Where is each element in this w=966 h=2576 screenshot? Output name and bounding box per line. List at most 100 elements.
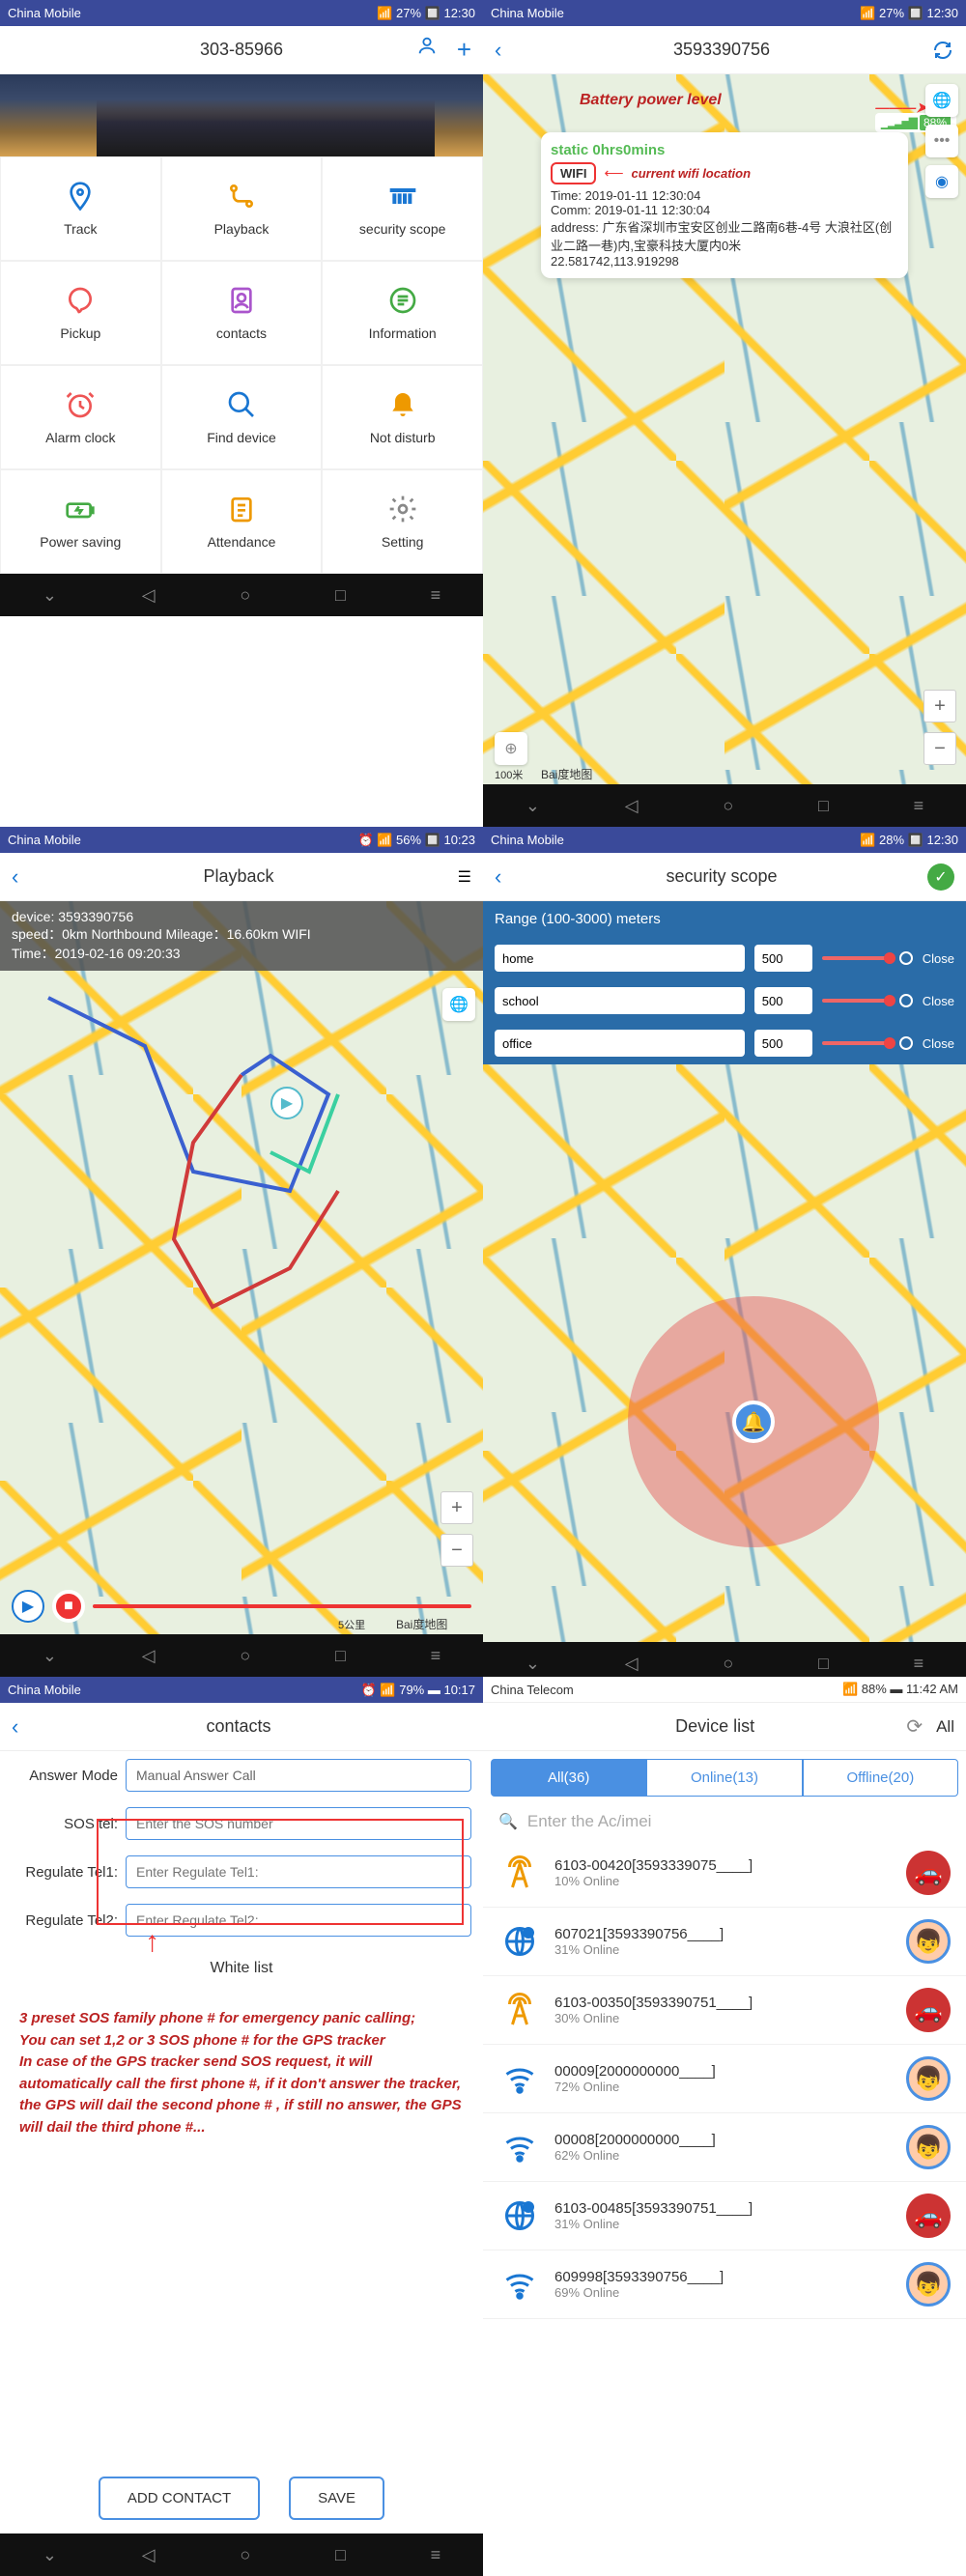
address-label: address: 广东省深圳市宝安区创业二路南6巷-4号 大浪社区(创业二路一巷… xyxy=(551,217,898,254)
device-row[interactable]: 00008[2000000000____]62% Online👦 xyxy=(483,2113,966,2182)
more-icon[interactable]: ••• xyxy=(925,125,958,157)
sos-tel-row: SOS tel: xyxy=(0,1799,483,1848)
back-icon[interactable]: ‹ xyxy=(12,1714,35,1740)
fence-row-office: Close xyxy=(483,1022,966,1064)
device-row[interactable]: 6103-00485[3593390751____]31% Online🚗 xyxy=(483,2182,966,2250)
menu-icon[interactable]: ☰ xyxy=(442,867,471,887)
playback-slider[interactable] xyxy=(93,1604,471,1608)
whitelist-link[interactable]: White list xyxy=(0,1944,483,1993)
back-icon[interactable]: ‹ xyxy=(495,864,518,890)
arrow-annotation: ↑ xyxy=(145,1926,159,1959)
device-name: 00008[2000000000____] xyxy=(554,2132,893,2148)
recent-nav[interactable]: □ xyxy=(335,585,346,606)
reg1-input[interactable] xyxy=(126,1855,471,1888)
search-row: 🔍 Enter the Ac/imei xyxy=(483,1804,966,1839)
map-view[interactable]: Battery power level ———➤ ▁▂▃▅▇88% 🌐 ••• … xyxy=(483,74,966,784)
contacts-button[interactable]: contacts xyxy=(161,261,323,365)
location-card: static 0hrs0mins WIFI ⟵ current wifi loc… xyxy=(541,132,908,278)
search-input[interactable]: Enter the Ac/imei xyxy=(527,1812,951,1831)
fence-name-input[interactable] xyxy=(495,945,745,972)
device-status: 69% Online xyxy=(554,2285,893,2300)
scale-label: 5公里 xyxy=(338,1617,365,1632)
status-right: 📶 27% 🔲 12:30 xyxy=(377,6,475,21)
stop-button[interactable]: ■ xyxy=(52,1590,85,1623)
close-label[interactable]: Close xyxy=(923,994,954,1008)
zoom-in-button[interactable]: + xyxy=(923,690,956,722)
fence-range-input[interactable] xyxy=(754,945,812,972)
scope-header: ‹ security scope ✓ xyxy=(483,853,966,901)
zoom-out-button[interactable]: − xyxy=(440,1534,473,1567)
refresh-icon[interactable] xyxy=(925,39,954,62)
contacts-header: ‹ contacts xyxy=(0,1703,483,1751)
power-saving-button[interactable]: Power saving xyxy=(0,469,161,574)
search-icon: 🔍 xyxy=(498,1812,518,1831)
sos-input[interactable] xyxy=(126,1807,471,1840)
device-avatar: 👦 xyxy=(906,2125,951,2169)
add-icon[interactable]: + xyxy=(457,35,471,65)
reg2-input[interactable] xyxy=(126,1904,471,1937)
globe-icon[interactable]: 🌐 xyxy=(442,988,475,1021)
back-icon[interactable]: ‹ xyxy=(12,864,35,890)
confirm-icon[interactable]: ✓ xyxy=(927,863,954,891)
fence-slider[interactable] xyxy=(822,999,890,1003)
radio-icon[interactable] xyxy=(899,994,913,1007)
globe-icon[interactable]: 🌐 xyxy=(925,84,958,117)
fence-slider[interactable] xyxy=(822,956,890,960)
close-label[interactable]: Close xyxy=(923,1036,954,1051)
add-contact-button[interactable]: ADD CONTACT xyxy=(99,2477,260,2520)
tab-offline[interactable]: Offline(20) xyxy=(803,1759,958,1797)
play-button[interactable]: ▶ xyxy=(12,1590,44,1623)
device-row[interactable]: 6103-00350[3593390751____]30% Online🚗 xyxy=(483,1976,966,2045)
fence-name-input[interactable] xyxy=(495,987,745,1014)
tabs: All(36) Online(13) Offline(20) xyxy=(483,1751,966,1804)
back-icon[interactable]: ‹ xyxy=(495,38,518,63)
fence-range-input[interactable] xyxy=(754,987,812,1014)
sos-label: SOS tel: xyxy=(12,1816,118,1832)
setting-button[interactable]: Setting xyxy=(322,469,483,574)
device-row[interactable]: 609998[3593390756____]69% Online👦 xyxy=(483,2250,966,2319)
save-button[interactable]: SAVE xyxy=(289,2477,384,2520)
page-title: security scope xyxy=(518,866,925,887)
zoom-out-button[interactable]: − xyxy=(923,732,956,765)
answer-mode-value[interactable]: Manual Answer Call xyxy=(126,1759,471,1792)
answer-label: Answer Mode xyxy=(12,1768,118,1784)
playback-map[interactable]: ▶ device: 3593390756 speed：0km Northboun… xyxy=(0,901,483,1634)
profile-icon[interactable] xyxy=(416,35,438,65)
find-device-button[interactable]: Find device xyxy=(161,365,323,469)
home-nav[interactable]: ○ xyxy=(240,585,250,606)
device-row[interactable]: 6103-00420[3593339075____]10% Online🚗 xyxy=(483,1839,966,1908)
wifi-annotation: current wifi location xyxy=(632,166,752,181)
not-disturb-button[interactable]: Not disturb xyxy=(322,365,483,469)
refresh-icon[interactable]: ⟳ xyxy=(906,1714,923,1739)
radio-icon[interactable] xyxy=(899,1036,913,1050)
fence-range-input[interactable] xyxy=(754,1030,812,1057)
device-name: 6103-00485[3593390751____] xyxy=(554,2200,893,2217)
menu-grid: Track Playback security scope Pickup con… xyxy=(0,156,483,574)
pickup-button[interactable]: Pickup xyxy=(0,261,161,365)
device-row[interactable]: 607021[3593390756____]31% Online👦 xyxy=(483,1908,966,1976)
map-attribution: Bai度地图 xyxy=(541,766,592,782)
playback-header: ‹ Playback ☰ xyxy=(0,853,483,901)
tab-all[interactable]: All(36) xyxy=(491,1759,646,1797)
attendance-button[interactable]: Attendance xyxy=(161,469,323,574)
reg1-row: Regulate Tel1: xyxy=(0,1848,483,1896)
device-row[interactable]: 00009[2000000000____]72% Online👦 xyxy=(483,2045,966,2113)
all-button[interactable]: All xyxy=(936,1717,954,1737)
compass-icon[interactable]: ⊕ xyxy=(495,732,527,765)
zoom-in-button[interactable]: + xyxy=(440,1491,473,1524)
locate-icon[interactable]: ◉ xyxy=(925,165,958,198)
fence-name-input[interactable] xyxy=(495,1030,745,1057)
track-button[interactable]: Track xyxy=(0,156,161,261)
fence-map[interactable]: 🔔 xyxy=(483,1064,966,1642)
status-bar: China Mobile 📶 27% 🔲 12:30 xyxy=(483,0,966,26)
back-nav[interactable]: ◁ xyxy=(142,585,156,606)
fence-slider[interactable] xyxy=(822,1041,890,1045)
tab-online[interactable]: Online(13) xyxy=(646,1759,802,1797)
security-scope-button[interactable]: security scope xyxy=(322,156,483,261)
close-label[interactable]: Close xyxy=(923,951,954,966)
coords-label: 22.581742,113.919298 xyxy=(551,254,898,269)
playback-button[interactable]: Playback xyxy=(161,156,323,261)
radio-icon[interactable] xyxy=(899,951,913,965)
alarm-button[interactable]: Alarm clock xyxy=(0,365,161,469)
information-button[interactable]: Information xyxy=(322,261,483,365)
